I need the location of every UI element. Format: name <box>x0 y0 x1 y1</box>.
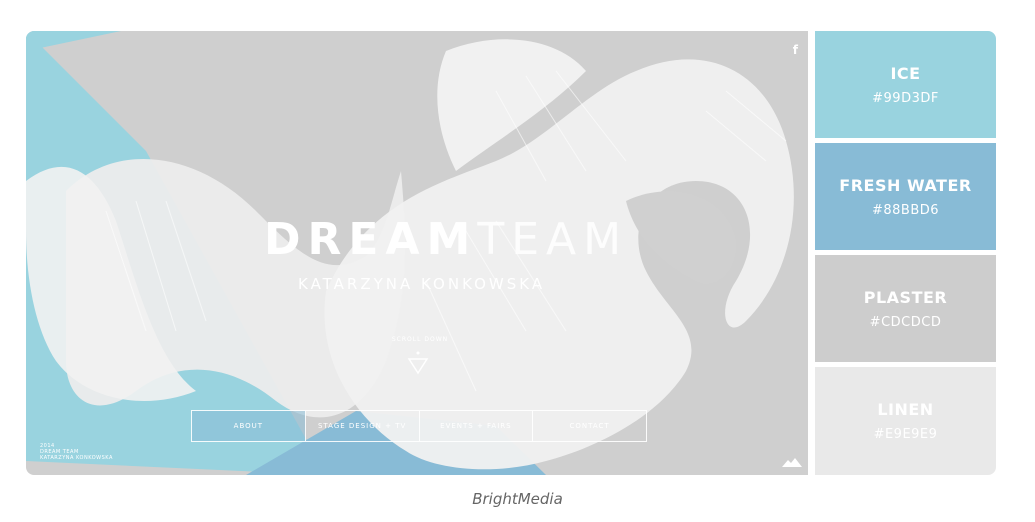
nav-item-contact[interactable]: CONTACT <box>533 411 646 441</box>
swatch-name: ICE <box>890 63 921 83</box>
swatch-fresh-water: FRESH WATER #88BBD6 <box>815 143 996 250</box>
nav-item-events[interactable]: EVENTS + FAIRS <box>420 411 534 441</box>
nav-item-stage-design[interactable]: STAGE DESIGN + TV <box>306 411 420 441</box>
scroll-down-arrow-icon[interactable] <box>406 349 430 375</box>
swatch-hex: #99D3DF <box>872 90 939 106</box>
facebook-icon[interactable]: f <box>793 43 798 57</box>
credits: 2014 DREAM TEAM KATARZYNA KONKOWSKA <box>40 443 113 461</box>
swatch-name: PLASTER <box>863 287 948 307</box>
swatch-linen: LINEN #E9E9E9 <box>815 367 996 475</box>
swatch-hex: #CDCDCD <box>869 314 942 330</box>
showcase-frame: f DREAMTEAM KATARZYNA KONKOWSKA SCROLL D… <box>26 31 996 475</box>
site-title: DREAMTEAM <box>264 214 628 265</box>
title-bold-part: DREAM <box>264 214 478 265</box>
image-caption: BrightMedia <box>472 490 563 508</box>
swatch-hex: #E9E9E9 <box>873 427 938 442</box>
title-light-part: TEAM <box>477 214 629 265</box>
swatch-name: FRESH WATER <box>839 175 972 195</box>
site-subtitle: KATARZYNA KONKOWSKA <box>298 275 546 293</box>
mountain-icon <box>782 458 802 467</box>
site-nav: ABOUT STAGE DESIGN + TV EVENTS + FAIRS C… <box>191 410 647 442</box>
swatch-name: LINEN <box>877 400 934 419</box>
color-palette: ICE #99D3DF FRESH WATER #88BBD6 PLASTER … <box>815 31 996 475</box>
swatch-plaster: PLASTER #CDCDCD <box>815 255 996 362</box>
swatch-hex: #88BBD6 <box>871 202 940 218</box>
nav-item-about[interactable]: ABOUT <box>192 411 306 441</box>
website-hero-preview: f DREAMTEAM KATARZYNA KONKOWSKA SCROLL D… <box>26 31 808 475</box>
swatch-ice: ICE #99D3DF <box>815 31 996 138</box>
credits-line: KATARZYNA KONKOWSKA <box>40 455 113 461</box>
scroll-down-label[interactable]: SCROLL DOWN <box>372 336 468 343</box>
